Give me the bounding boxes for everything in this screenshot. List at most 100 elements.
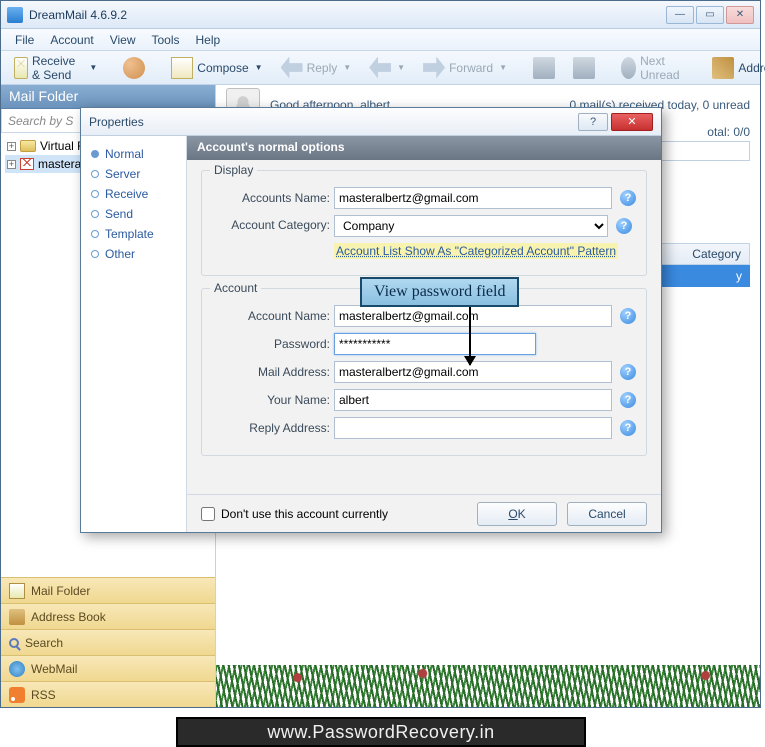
dialog-title: Properties xyxy=(89,115,578,129)
contacts-button[interactable] xyxy=(116,53,152,83)
globe-icon xyxy=(9,661,25,677)
bullet-icon xyxy=(91,170,99,178)
menu-account[interactable]: Account xyxy=(42,31,101,49)
reply-icon xyxy=(281,57,303,79)
nav-template[interactable]: Template xyxy=(89,224,178,244)
nav-label: RSS xyxy=(31,688,56,702)
nav-normal[interactable]: Normal xyxy=(89,144,178,164)
dont-use-checkbox[interactable] xyxy=(201,507,215,521)
help-icon[interactable]: ? xyxy=(620,392,636,408)
window-buttons: — ▭ ✕ xyxy=(666,6,754,24)
window-title: DreamMail 4.6.9.2 xyxy=(29,8,666,22)
envelope-icon xyxy=(14,57,28,79)
label-password: Password: xyxy=(212,337,330,351)
callout: View password field xyxy=(360,277,519,365)
nav-webmail[interactable]: WebMail xyxy=(1,655,215,681)
label-account-name: Account Name: xyxy=(212,309,330,323)
delete-button[interactable] xyxy=(526,53,562,83)
minimize-button[interactable]: — xyxy=(666,6,694,24)
label-your-name: Your Name: xyxy=(212,393,330,407)
nav-send[interactable]: Send xyxy=(89,204,178,224)
maximize-button[interactable]: ▭ xyxy=(696,6,724,24)
address-button[interactable]: Address xyxy=(705,53,765,83)
reply-button[interactable]: Reply ▼ xyxy=(274,53,359,83)
cancel-button[interactable]: Cancel xyxy=(567,502,647,526)
nav-label: Send xyxy=(105,207,133,221)
dialog-close-button[interactable]: ✕ xyxy=(611,113,653,131)
pattern-link[interactable]: Account List Show As "Categorized Accoun… xyxy=(334,243,618,259)
print-button[interactable] xyxy=(566,53,602,83)
forward-label: Forward xyxy=(449,61,493,75)
dialog-footer: Don't use this account currently OK Canc… xyxy=(187,494,661,532)
nav-label: Receive xyxy=(105,187,148,201)
nav-other[interactable]: Other xyxy=(89,244,178,264)
help-icon[interactable]: ? xyxy=(620,420,636,436)
dropdown-icon: ▼ xyxy=(499,63,507,72)
folder-icon xyxy=(20,140,36,152)
dont-use-checkbox-label[interactable]: Don't use this account currently xyxy=(201,507,388,521)
group-display: Display Accounts Name: ? Account Categor… xyxy=(201,170,647,276)
mail-icon xyxy=(9,583,25,599)
nav-address-book[interactable]: Address Book xyxy=(1,603,215,629)
next-unread-label: Next Unread xyxy=(640,54,686,82)
row-your-name: Your Name: ? xyxy=(212,389,636,411)
dialog-window-buttons: ? ✕ xyxy=(578,113,653,131)
accounts-name-input[interactable] xyxy=(334,187,612,209)
menu-bar: File Account View Tools Help xyxy=(1,29,760,51)
dialog-nav: Normal Server Receive Send Template Othe… xyxy=(81,136,187,532)
menu-view[interactable]: View xyxy=(102,31,144,49)
nav-label: Server xyxy=(105,167,140,181)
nav-label: Other xyxy=(105,247,135,261)
section-header: Account's normal options xyxy=(187,136,661,160)
row-pattern-link: Account List Show As "Categorized Accoun… xyxy=(212,243,636,259)
dropdown-icon: ▼ xyxy=(89,63,97,72)
forward-button[interactable]: Forward ▼ xyxy=(416,53,514,83)
bullet-icon xyxy=(91,210,99,218)
next-unread-button[interactable]: Next Unread xyxy=(614,50,693,86)
menu-file[interactable]: File xyxy=(7,31,42,49)
tree-label: mastera xyxy=(38,157,81,171)
gmail-icon xyxy=(20,158,34,170)
footer-url: www.PasswordRecovery.in xyxy=(176,717,586,747)
label-mail-address: Mail Address: xyxy=(212,365,330,379)
label-account-category: Account Category: xyxy=(212,219,330,232)
label-accounts-name: Accounts Name: xyxy=(212,191,330,205)
row-accounts-name: Accounts Name: ? xyxy=(212,187,636,209)
group-label: Display xyxy=(210,163,257,177)
dialog-help-button[interactable]: ? xyxy=(578,113,608,131)
your-name-input[interactable] xyxy=(334,389,612,411)
tree-label: Virtual F xyxy=(40,139,84,153)
expand-icon[interactable]: + xyxy=(7,142,16,151)
nav-label: Normal xyxy=(105,147,144,161)
app-icon xyxy=(7,7,23,23)
delete-icon xyxy=(533,57,555,79)
reply-address-input[interactable] xyxy=(334,417,612,439)
receive-send-button[interactable]: Receive & Send ▼ xyxy=(7,50,104,86)
address-book-icon xyxy=(9,609,25,625)
menu-tools[interactable]: Tools xyxy=(144,31,188,49)
close-button[interactable]: ✕ xyxy=(726,6,754,24)
nav-label: Mail Folder xyxy=(31,584,90,598)
compose-button[interactable]: Compose ▼ xyxy=(164,53,269,83)
nav-mail-folder[interactable]: Mail Folder xyxy=(1,577,215,603)
print-icon xyxy=(573,57,595,79)
dropdown-icon: ▼ xyxy=(343,63,351,72)
nav-label: WebMail xyxy=(31,662,77,676)
nav-receive[interactable]: Receive xyxy=(89,184,178,204)
help-icon[interactable]: ? xyxy=(616,218,632,234)
menu-help[interactable]: Help xyxy=(188,31,229,49)
grass-decoration xyxy=(216,665,760,707)
nav-rss[interactable]: RSS xyxy=(1,681,215,707)
help-icon[interactable]: ? xyxy=(620,364,636,380)
ok-button[interactable]: OK xyxy=(477,502,557,526)
reply-all-button[interactable]: ▼ xyxy=(362,53,412,83)
help-icon[interactable]: ? xyxy=(620,308,636,324)
reply-label: Reply xyxy=(307,61,338,75)
mail-folder-header: Mail Folder xyxy=(1,85,215,109)
nav-search[interactable]: Search xyxy=(1,629,215,655)
nav-server[interactable]: Server xyxy=(89,164,178,184)
receive-send-label: Receive & Send xyxy=(32,54,83,82)
account-category-select[interactable]: Company xyxy=(334,215,608,237)
help-icon[interactable]: ? xyxy=(620,190,636,206)
expand-icon[interactable]: + xyxy=(7,160,16,169)
